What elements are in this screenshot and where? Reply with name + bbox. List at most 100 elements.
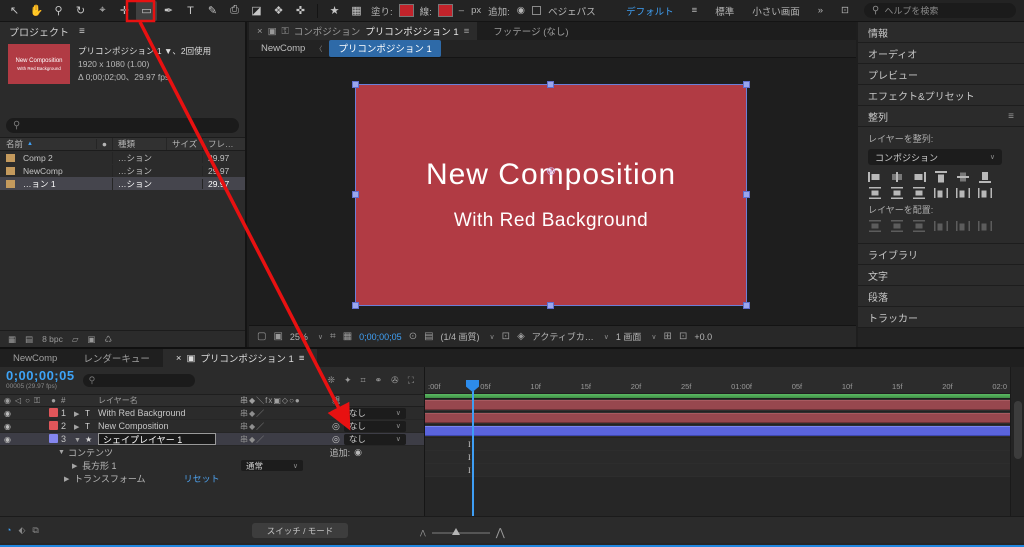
eye-icon[interactable]: ◉ — [4, 422, 11, 431]
close-icon[interactable]: × — [176, 353, 182, 364]
breadcrumb-current[interactable]: プリコンポジション 1 — [329, 40, 440, 57]
region-of-interest-icon[interactable]: ⊡ — [502, 331, 510, 342]
resolution-label[interactable]: (1/4 画質) — [441, 330, 480, 343]
eye-icon[interactable]: ◉ — [4, 435, 11, 444]
switches-column[interactable]: 串◆＼fx▣◇○● — [240, 395, 328, 406]
interpret-footage-icon[interactable]: ▦ — [8, 334, 16, 345]
grid-icon[interactable]: ▦ — [343, 331, 352, 342]
expander-icon[interactable]: ▶ — [74, 423, 84, 431]
column-name[interactable]: 名前 — [6, 138, 23, 150]
viewer-current-time[interactable]: 0;00;00;05 — [359, 332, 402, 342]
add-label[interactable]: 追加: — [488, 4, 510, 18]
panel-menu-icon[interactable]: ≡ — [79, 26, 85, 37]
contents-track[interactable]: I — [425, 438, 1010, 451]
stroke-swatch[interactable] — [438, 4, 453, 17]
project-row-comp2[interactable]: Comp 2 …ション 29.97 — [0, 151, 245, 164]
stroke-label[interactable]: 線: — [420, 4, 432, 18]
add-button-icon[interactable]: ◉ — [517, 5, 525, 16]
composition-thumbnail[interactable]: New Composition With Red Background — [8, 44, 70, 84]
scrollbar-thumb[interactable] — [1014, 401, 1022, 459]
add-label[interactable]: 追加: — [330, 446, 351, 459]
expander-icon[interactable]: ▼ — [74, 437, 84, 444]
layer-switches[interactable]: 串◆／ — [240, 421, 328, 432]
panel-tab-info[interactable]: 情報 — [858, 22, 1024, 43]
pickwhip-icon[interactable]: ◎ — [332, 408, 340, 419]
arrange-icon-1[interactable] — [868, 220, 882, 232]
playhead-line[interactable] — [472, 391, 474, 516]
distribute-vertical-center-icon[interactable] — [890, 187, 904, 199]
snapshot-icon[interactable]: ⊙ — [409, 331, 417, 342]
panel-tab-libraries[interactable]: ライブラリ — [858, 244, 1024, 265]
rectangle-tool[interactable]: ▭ — [136, 1, 157, 21]
transform-label[interactable]: トランスフォーム — [74, 472, 146, 485]
active-camera-label[interactable]: アクティブカ… — [532, 330, 594, 343]
composition-canvas[interactable]: New Composition With Red Background ⊕ — [249, 58, 856, 325]
layer-name-edit-box[interactable]: シェイプレイヤー 1 — [98, 433, 216, 445]
workspace-more-icon[interactable]: » — [818, 5, 823, 16]
new-folder-icon[interactable]: ▱ — [72, 334, 79, 345]
current-time-display[interactable]: 0;00;00;05 — [6, 370, 75, 381]
workspace-small-screen[interactable]: 小さい画面 — [752, 4, 800, 18]
panel-menu-icon[interactable]: ≡ — [299, 353, 305, 364]
proxy-icon[interactable]: ▤ — [25, 334, 33, 345]
expander-icon[interactable]: ▶ — [74, 410, 84, 418]
selection-handle-ne[interactable] — [743, 81, 750, 88]
distribute-left-icon[interactable] — [934, 187, 948, 199]
selection-handle-nw[interactable] — [352, 81, 359, 88]
parent-dropdown[interactable]: なし∨ — [344, 408, 406, 419]
align-right-icon[interactable] — [912, 171, 926, 183]
frame-blending-icon[interactable]: ⚭ — [375, 375, 383, 386]
monitor-alt-icon[interactable]: ▣ — [273, 331, 282, 342]
trash-icon[interactable]: ♺ — [104, 334, 112, 345]
pixel-aspect-icon[interactable]: ⊞ — [664, 331, 672, 342]
panel-tab-paragraph[interactable]: 段落 — [858, 286, 1024, 307]
expand-in-out-icon[interactable]: ⧉ — [32, 525, 38, 536]
project-table-header[interactable]: 名前 ▲ ● 種類 サイズ フレ… — [0, 137, 245, 151]
timeline-tab-render-queue[interactable]: レンダーキュー — [70, 349, 163, 367]
arrange-icon-2[interactable] — [890, 220, 904, 232]
blend-mode-dropdown[interactable]: 通常 ∨ — [241, 460, 303, 471]
camera-dropdown-icon[interactable]: ∨ — [604, 333, 609, 341]
rectangle-track[interactable]: I — [425, 451, 1010, 464]
layer-duration-bar[interactable] — [425, 400, 1010, 410]
layer-switches[interactable]: 串◆／ — [240, 434, 328, 445]
panel-tab-tracker[interactable]: トラッカー — [858, 307, 1024, 328]
monitor-icon[interactable]: ▢ — [257, 331, 266, 342]
pickwhip-icon[interactable]: ◎ — [332, 421, 340, 432]
label-color-chip[interactable] — [49, 408, 58, 417]
layer-row-1[interactable]: ◉ 1 ▶ T With Red Background 串◆／ ◎ なし∨ — [0, 407, 424, 420]
expand-transfer-controls-icon[interactable]: ⬖ — [18, 525, 25, 536]
layer-name-column[interactable]: レイヤー名 — [98, 395, 240, 406]
workspace-menu-icon[interactable]: ≡ — [692, 5, 698, 16]
pen-tool[interactable]: ✒ — [158, 1, 179, 21]
project-empty-area[interactable] — [0, 190, 245, 330]
arrange-icon-6[interactable] — [978, 220, 992, 232]
orbit-tool[interactable]: ↻ — [70, 1, 91, 21]
timeline-tab-precomp[interactable]: × ▣ プリコンポジション 1 ≡ — [163, 349, 318, 367]
align-left-icon[interactable] — [868, 171, 882, 183]
timeline-zoom-control[interactable]: ⋀ ⋀ — [420, 526, 505, 539]
distribute-top-icon[interactable] — [868, 187, 882, 199]
bit-depth-label[interactable]: 8 bpc — [42, 334, 63, 344]
reset-link[interactable]: リセット — [184, 472, 220, 485]
column-size[interactable]: サイズ — [166, 138, 202, 150]
pickwhip-icon[interactable]: ◎ — [332, 434, 340, 445]
selection-handle-se[interactable] — [743, 302, 750, 309]
zoom-tool[interactable]: ⚲ — [48, 1, 69, 21]
fill-swatch[interactable] — [399, 4, 414, 17]
viewer-lock-icon[interactable]: ⚿ — [282, 26, 289, 37]
brush-tool[interactable]: ✎ — [202, 1, 223, 21]
label-color-chip[interactable] — [49, 434, 58, 443]
fill-label[interactable]: 塗り: — [371, 4, 393, 18]
selection-handle-sw[interactable] — [352, 302, 359, 309]
label-color-chip[interactable] — [49, 421, 58, 430]
timeline-scrollbar[interactable] — [1010, 367, 1024, 516]
align-horizontal-center-icon[interactable] — [890, 171, 904, 183]
exposure-value[interactable]: +0.0 — [694, 332, 712, 342]
layer-bar-row-3[interactable] — [425, 425, 1010, 438]
panel-tab-preview[interactable]: プレビュー — [858, 64, 1024, 85]
zoom-slider-thumb[interactable] — [452, 528, 460, 535]
panel-menu-icon[interactable]: ≡ — [464, 26, 470, 37]
selection-handle-s[interactable] — [547, 302, 554, 309]
parent-dropdown[interactable]: なし∨ — [344, 421, 406, 432]
